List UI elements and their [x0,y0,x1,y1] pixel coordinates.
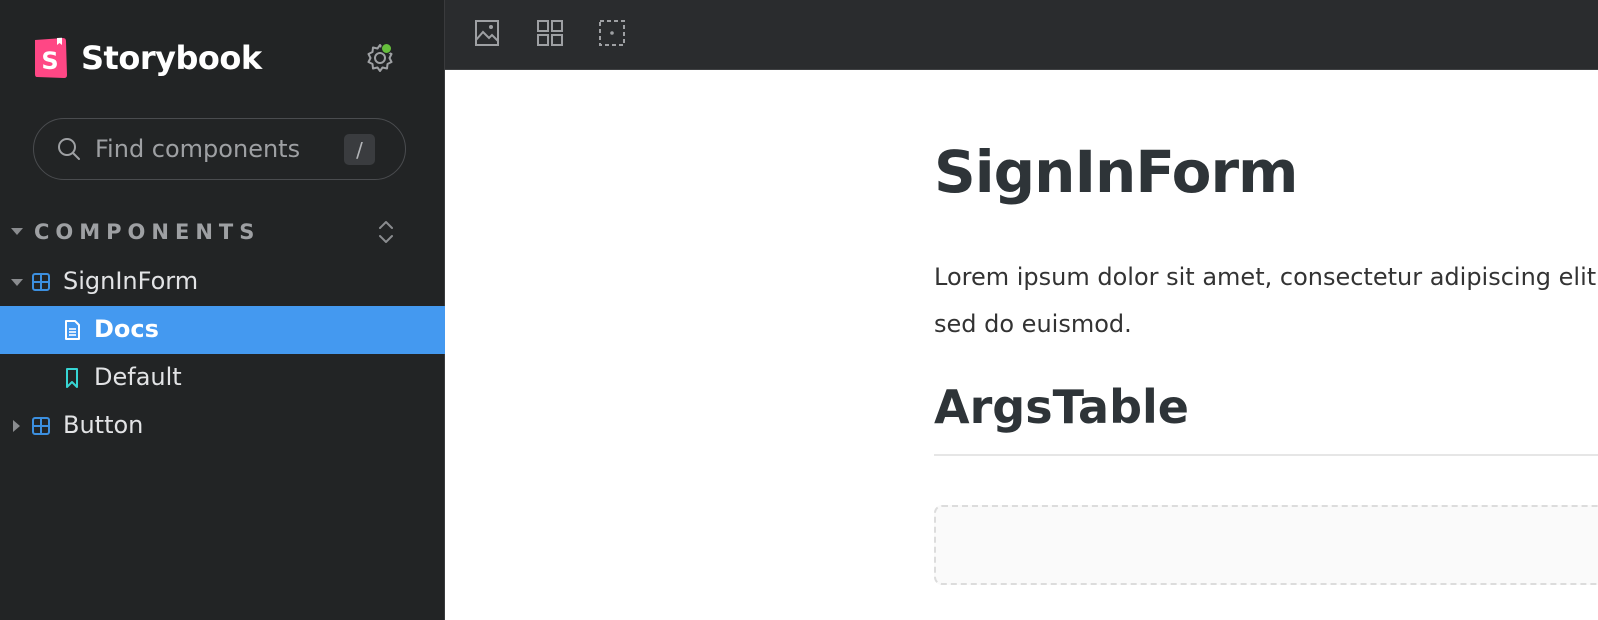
tree-item-signinform[interactable]: SignInForm [0,258,445,306]
search-placeholder: Find components [95,135,301,163]
outline-button[interactable] [595,16,629,50]
image-button[interactable] [470,16,504,50]
main-area: SignInForm Lorem ipsum dolor sit amet, c… [445,0,1598,620]
image-icon [475,20,499,46]
grid-button[interactable] [533,16,567,50]
outline-icon [599,20,625,46]
search-shortcut-badge: / [344,134,375,165]
expand-collapse-icon[interactable] [376,218,396,246]
page-title: SignInForm [934,138,1298,206]
component-description: Lorem ipsum dolor sit amet, consectetur … [934,263,1598,338]
component-icon [32,273,50,291]
grid-icon [537,20,563,46]
tree-item-label: SignInForm [63,267,199,295]
caret-down-icon [11,228,23,235]
component-icon [32,417,50,435]
caret-down-icon [11,279,23,286]
brand-name: Storybook [81,38,262,77]
args-table-placeholder [934,505,1598,585]
caret-right-icon [13,420,20,432]
search-input[interactable]: Find components / [33,118,406,180]
tree-item-docs[interactable]: Docs [0,306,445,354]
brand[interactable]: S Storybook [33,36,262,79]
bookmark-icon [66,368,78,388]
settings-button[interactable] [364,42,396,74]
tree-item-default[interactable]: Default [0,354,445,402]
tree-item-label: Default [94,363,182,391]
logo-letter: S [41,47,58,75]
storybook-logo-icon: S [35,37,67,78]
tree-item-label: Docs [94,315,159,343]
argstable-heading: ArgsTable [934,380,1189,434]
toolbar [445,0,1598,70]
heading-divider [934,454,1598,456]
status-dot [381,43,392,54]
tree-item-button[interactable]: Button [0,402,445,450]
tree-item-label: Button [63,411,144,439]
section-label: COMPONENTS [34,220,261,244]
docs-canvas: SignInForm Lorem ipsum dolor sit amet, c… [445,70,1598,620]
search-icon [58,138,80,160]
sidebar: S Storybook Find components / COMPONENTS [0,0,445,620]
document-icon [65,320,80,340]
